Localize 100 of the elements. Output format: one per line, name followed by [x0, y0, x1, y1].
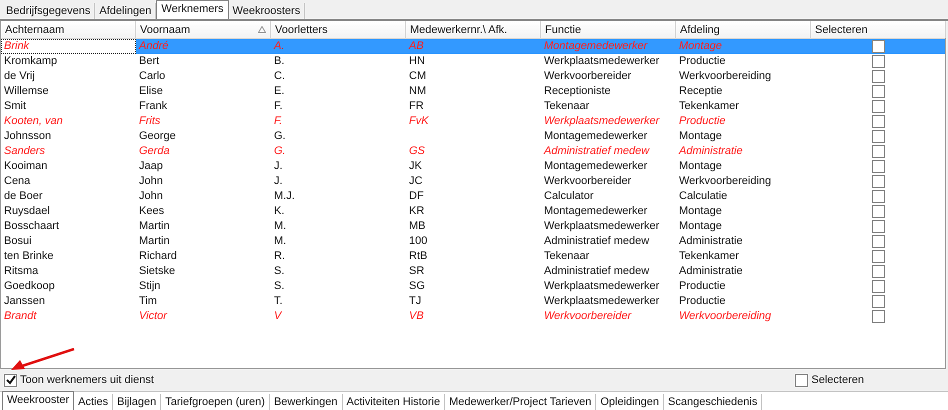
column-header[interactable]: Voornaam	[136, 21, 271, 38]
table-cell-text: Werkvoorbereider	[543, 69, 632, 84]
column-header[interactable]: Afdeling	[676, 21, 811, 38]
table-cell-text: Sanders	[3, 144, 46, 159]
tab[interactable]: Bedrijfsgegevens	[2, 3, 96, 19]
table-cell-text: Montagemedewerker	[543, 129, 648, 144]
row-checkbox[interactable]	[872, 310, 885, 323]
table-cell-text: Richard	[138, 249, 178, 264]
table-cell-text: Goedkoop	[3, 279, 56, 294]
row-checkbox[interactable]	[872, 115, 885, 128]
table-cell-text: 100	[408, 234, 428, 249]
checkbox-label: Toon werknemers uit dienst	[20, 374, 154, 386]
table-row[interactable]: Kooten, van Frits F. FvK Werkplaatsmedewerker Productie	[1, 114, 945, 129]
table-row[interactable]: de Boer John M.J. DF Calculator Calculatie	[1, 189, 945, 204]
tab[interactable]: Weekroosters	[228, 3, 306, 19]
row-checkbox[interactable]	[872, 85, 885, 98]
table-cell-text: FvK	[408, 114, 430, 129]
table-row[interactable]: Smit Frank F. FR Tekenaar Tekenkamer	[1, 99, 945, 114]
table-row[interactable]: Ritsma Sietske S. SR Administratief medew Administratie	[1, 264, 945, 279]
table-row[interactable]: Kooiman Jaap J. JK Montagemedewerker Montage	[1, 159, 945, 174]
row-checkbox[interactable]	[872, 280, 885, 293]
column-header[interactable]: Selecteren	[811, 21, 946, 38]
row-checkbox[interactable]	[872, 295, 885, 308]
table-row[interactable]: Cena John J. JC Werkvoorbereider Werkvoorbereiding	[1, 174, 945, 189]
table-cell-text: M.	[273, 219, 288, 234]
arrow-icon	[10, 348, 76, 371]
row-checkbox[interactable]	[872, 100, 885, 113]
table-cell-text: F.	[273, 114, 284, 129]
table-cell-text: Werkplaatsmedewerker	[543, 54, 660, 69]
table-row[interactable]: ten Brinke Richard R. RtB Tekenaar Tekenkamer	[1, 249, 945, 264]
table-row[interactable]: Ruysdael Kees K. KR Montagemedewerker Montage	[1, 204, 945, 219]
table-row[interactable]: de Vrij Carlo C. CM Werkvoorbereider Werkvoorbereiding	[1, 69, 945, 84]
tab[interactable]: Acties	[74, 394, 114, 410]
table-cell-text: Administratie	[678, 234, 744, 249]
table-cell-text: Bosui	[3, 234, 33, 249]
table-cell-text: Werkvoorbereiding	[678, 174, 772, 189]
table-cell-text: G.	[273, 129, 287, 144]
table-cell-text: CM	[408, 69, 428, 84]
table-cell-text: Werkplaatsmedewerker	[543, 279, 660, 294]
table-cell-text: E.	[273, 84, 286, 99]
tab[interactable]: Bewerkingen	[270, 394, 343, 410]
table-cell-text: Montage	[678, 39, 723, 54]
table-cell-text: Tekenkamer	[678, 249, 740, 264]
row-checkbox[interactable]	[872, 220, 885, 233]
table-cell-text: MB	[408, 219, 426, 234]
table-cell-text: de Boer	[3, 189, 44, 204]
row-checkbox[interactable]	[872, 145, 885, 158]
column-header[interactable]: Voorletters	[271, 21, 406, 38]
tab[interactable]: Opleidingen	[596, 394, 664, 410]
row-checkbox[interactable]	[872, 175, 885, 188]
tab[interactable]: Activiteiten Historie	[342, 394, 446, 410]
tab[interactable]: Werknemers	[156, 0, 229, 19]
table-cell-text: Kooiman	[3, 159, 48, 174]
row-checkbox[interactable]	[872, 235, 885, 248]
table-cell-text: Montage	[678, 219, 723, 234]
table-cell-text: Receptioniste	[543, 84, 612, 99]
tab[interactable]: Scangeschiedenis	[664, 394, 762, 410]
table-cell-text: Gerda	[138, 144, 171, 159]
table-row[interactable]: Johnsson George G. Montagemedewerker Montage	[1, 129, 945, 144]
table-cell-text: Victor	[138, 309, 168, 324]
table-cell-text: Tekenaar	[543, 249, 590, 264]
table-cell-text: M.	[273, 234, 288, 249]
table-row[interactable]: Bosschaart Martin M. MB Werkplaatsmedewerker Montage	[1, 219, 945, 234]
row-checkbox[interactable]	[872, 130, 885, 143]
row-checkbox[interactable]	[872, 205, 885, 218]
table-cell-text: Ruysdael	[3, 204, 51, 219]
tab[interactable]: Bijlagen	[113, 394, 162, 410]
table-row[interactable]: Goedkoop Stijn S. SG Werkplaatsmedewerker Productie	[1, 279, 945, 294]
table-cell-text: JC	[408, 174, 424, 189]
table-row[interactable]: Kromkamp Bert B. HN Werkplaatsmedewerker Productie	[1, 54, 945, 69]
table-cell-text: Calculatie	[678, 189, 728, 204]
table-cell-text: K.	[273, 204, 286, 219]
table-row[interactable]: Brink André A. AB Montagemedewerker Montage	[1, 39, 945, 54]
row-checkbox[interactable]	[872, 55, 885, 68]
checkbox[interactable]	[4, 374, 17, 387]
checkbox[interactable]	[795, 374, 808, 387]
row-checkbox[interactable]	[872, 250, 885, 263]
row-checkbox[interactable]	[872, 70, 885, 83]
table-cell-text: Werkplaatsmedewerker	[543, 294, 660, 309]
table-cell-text: J.	[273, 174, 284, 189]
table-row[interactable]: Sanders Gerda G. GS Administratief medew Administratie	[1, 144, 945, 159]
tab[interactable]: Medewerker/Project Tarieven	[445, 394, 596, 410]
table-cell-text: Montagemedewerker	[543, 39, 649, 54]
tab[interactable]: Tariefgroepen (uren)	[161, 394, 270, 410]
table-row[interactable]: Janssen Tim T. TJ Werkplaatsmedewerker Productie	[1, 294, 945, 309]
table-row[interactable]: Willemse Elise E. NM Receptioniste Receptie	[1, 84, 945, 99]
row-checkbox[interactable]	[872, 265, 885, 278]
table-cell-text: T.	[273, 294, 284, 309]
column-header[interactable]: Medewerkernr.\ Afk.	[406, 21, 541, 38]
table-cell-text: de Vrij	[3, 69, 36, 84]
table-cell-text: GS	[408, 144, 426, 159]
tab[interactable]: Weekrooster	[2, 391, 74, 410]
row-checkbox[interactable]	[872, 160, 885, 173]
row-checkbox[interactable]	[872, 40, 885, 53]
table-cell-text: AB	[408, 39, 425, 54]
row-checkbox[interactable]	[872, 190, 885, 203]
column-header[interactable]: Functie	[541, 21, 676, 38]
table-row[interactable]: Brandt Victor V VB Werkvoorbereider Werkvoorbereiding	[1, 309, 945, 324]
column-header[interactable]: Achternaam	[1, 21, 136, 38]
table-row[interactable]: Bosui Martin M. 100 Administratief medew Administratie	[1, 234, 945, 249]
